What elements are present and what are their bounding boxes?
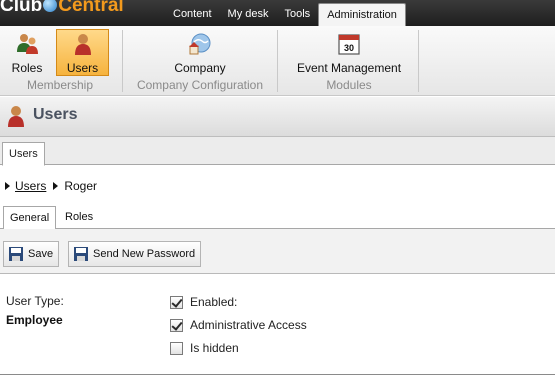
breadcrumb-arrow-icon [5,182,10,190]
form-divider [0,374,555,375]
is-hidden-label: Is hidden [190,341,239,355]
company-label: Company [174,61,226,75]
action-toolbar: Save Send New Password [0,229,555,274]
logo-text-central: Central [58,0,124,16]
company-ribbon-button[interactable]: Company [169,29,231,76]
event-management-ribbon-button[interactable]: 30 Event Management [289,29,409,76]
enabled-checkbox-row[interactable]: Enabled: [170,295,237,309]
roles-icon [17,34,38,54]
save-label: Save [28,248,54,260]
top-header-bar: Club Central Content My desk Tools Admini… [0,0,555,26]
tab-users[interactable]: Users [2,142,45,166]
is-hidden-checkbox[interactable] [170,341,183,355]
main-nav-tabs: Content My desk Tools Administration [165,3,406,26]
sub-tab-strip: General Roles [0,203,555,230]
enabled-checkbox[interactable] [170,295,183,309]
users-icon [74,34,91,55]
page-title: Users [33,106,78,123]
logo-globe-icon [43,0,58,12]
tab-general[interactable]: General [3,206,57,230]
page-header: Users [0,97,555,137]
administrative-access-label: Administrative Access [190,318,307,332]
users-ribbon-button[interactable]: Users [56,29,109,76]
ribbon-separator [122,30,123,92]
ribbon-group-title-modules: Modules [326,78,372,92]
club-central-logo[interactable]: Club Central [0,0,124,17]
ribbon-group-title-membership: Membership [26,78,94,92]
ribbon-group-modules: 30 Event Management Modules [279,26,419,96]
ribbon-group-company-configuration: Company Company Configuration [124,26,276,96]
calendar-day-text: 30 [344,43,354,53]
user-icon [8,106,24,127]
send-new-password-label: Send New Password [93,248,196,260]
roles-ribbon-button[interactable]: Roles [7,29,47,76]
breadcrumb: Users Roger [5,178,97,194]
object-tab-strip: Users [0,137,555,166]
save-icon [9,247,23,261]
save-icon [74,247,88,261]
breadcrumb-arrow-icon [53,182,59,190]
tab-administration[interactable]: Administration [318,3,406,26]
logo-text-club: Club [0,0,43,16]
ribbon-separator [418,30,419,92]
is-hidden-checkbox-row[interactable]: Is hidden [170,341,239,355]
tab-tools[interactable]: Tools [277,3,319,26]
administrative-access-checkbox[interactable] [170,318,183,332]
tab-roles[interactable]: Roles [59,206,99,230]
breadcrumb-link-users[interactable]: Users [15,179,46,193]
ribbon-separator [277,30,278,92]
enabled-label: Enabled: [190,295,238,309]
company-globe-icon [189,33,211,55]
users-label: Users [66,61,99,75]
send-new-password-button[interactable]: Send New Password [68,241,202,267]
event-management-label: Event Management [296,61,402,75]
tab-content[interactable]: Content [165,3,220,26]
user-type-value: Employee [6,313,63,327]
ribbon-toolbar: Roles Users Membership Company Company C… [0,26,555,96]
save-button[interactable]: Save [3,241,60,267]
calendar-icon: 30 [338,34,360,55]
breadcrumb-current: Roger [64,179,98,193]
user-type-label: User Type: [6,294,64,308]
ribbon-group-title-company-configuration: Company Configuration [136,78,264,92]
ribbon-group-membership: Roles Users Membership [0,26,120,96]
administrative-access-checkbox-row[interactable]: Administrative Access [170,318,307,332]
roles-label: Roles [11,61,43,75]
tab-my-desk[interactable]: My desk [220,3,277,26]
